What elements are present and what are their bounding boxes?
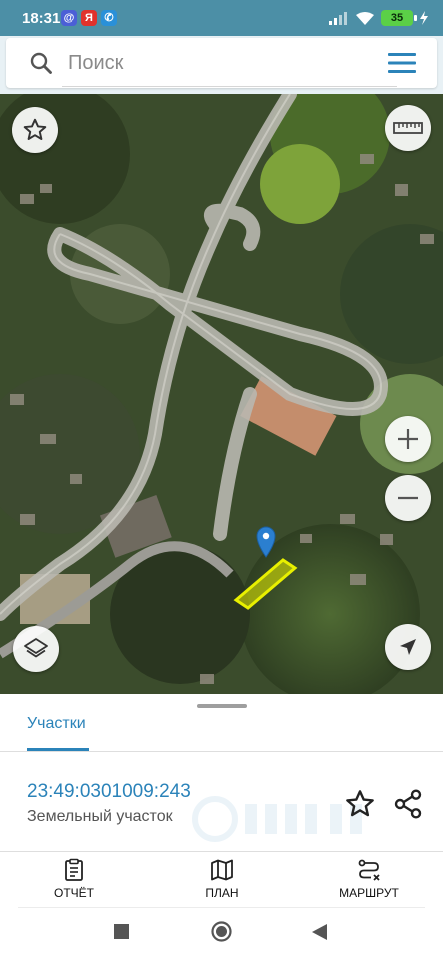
mail-notification-icon: @: [61, 10, 77, 26]
cadastral-number[interactable]: 23:49:0301009:243: [27, 781, 191, 803]
phone-notification-icon: ✆: [101, 10, 117, 26]
search-icon[interactable]: [30, 52, 52, 74]
search-panel: [0, 36, 443, 94]
report-icon: [65, 858, 83, 881]
plus-icon: [398, 429, 418, 449]
navigation-arrow-icon: [400, 639, 416, 655]
map-icon: [211, 859, 233, 881]
satellite-map[interactable]: [0, 94, 443, 694]
signal-icon: [329, 12, 347, 25]
layers-button[interactable]: [13, 626, 59, 672]
report-button[interactable]: ОТЧЁТ: [44, 858, 104, 902]
wifi-icon: [356, 11, 374, 25]
status-bar: 18:31 @ Я ✆ 35: [0, 0, 443, 36]
plan-label: ПЛАН: [205, 886, 239, 900]
recents-icon[interactable]: [114, 924, 129, 939]
yandex-notification-icon: Я: [81, 10, 97, 26]
system-navigation-bar: [0, 907, 443, 960]
layers-icon: [24, 638, 48, 658]
star-icon: [23, 118, 47, 140]
satellite-imagery: [0, 94, 443, 694]
plan-button[interactable]: ПЛАН: [192, 858, 252, 902]
report-label: ОТЧЁТ: [53, 886, 94, 900]
search-input[interactable]: [68, 46, 368, 80]
home-icon[interactable]: [211, 921, 232, 942]
ruler-icon: [393, 122, 423, 134]
zoom-in-button[interactable]: [385, 416, 431, 462]
route-button[interactable]: МАРШРУТ: [332, 858, 406, 902]
search-underline: [62, 86, 397, 87]
minus-icon: [398, 496, 418, 500]
system-nav-divider: [18, 907, 425, 908]
tabs-divider: [0, 751, 443, 752]
status-indicators: 35: [329, 9, 429, 27]
tab-plots[interactable]: Участки: [27, 715, 86, 733]
my-location-button[interactable]: [385, 624, 431, 670]
status-time: 18:31: [22, 10, 61, 27]
parcel-type: Земельный участок: [27, 808, 173, 825]
battery-indicator: 35: [381, 10, 417, 26]
share-icon[interactable]: [392, 788, 424, 820]
star-icon[interactable]: [344, 788, 376, 820]
menu-icon[interactable]: [388, 53, 416, 73]
route-icon: [358, 859, 380, 881]
search-bar: [6, 38, 437, 88]
sheet-drag-handle[interactable]: [197, 704, 247, 708]
measure-button[interactable]: [385, 105, 431, 151]
route-label: МАРШРУТ: [339, 886, 399, 900]
zoom-out-button[interactable]: [385, 475, 431, 521]
back-icon[interactable]: [312, 924, 327, 940]
charging-icon: [420, 11, 428, 25]
actions-divider: [0, 851, 443, 852]
favorite-button[interactable]: [12, 107, 58, 153]
